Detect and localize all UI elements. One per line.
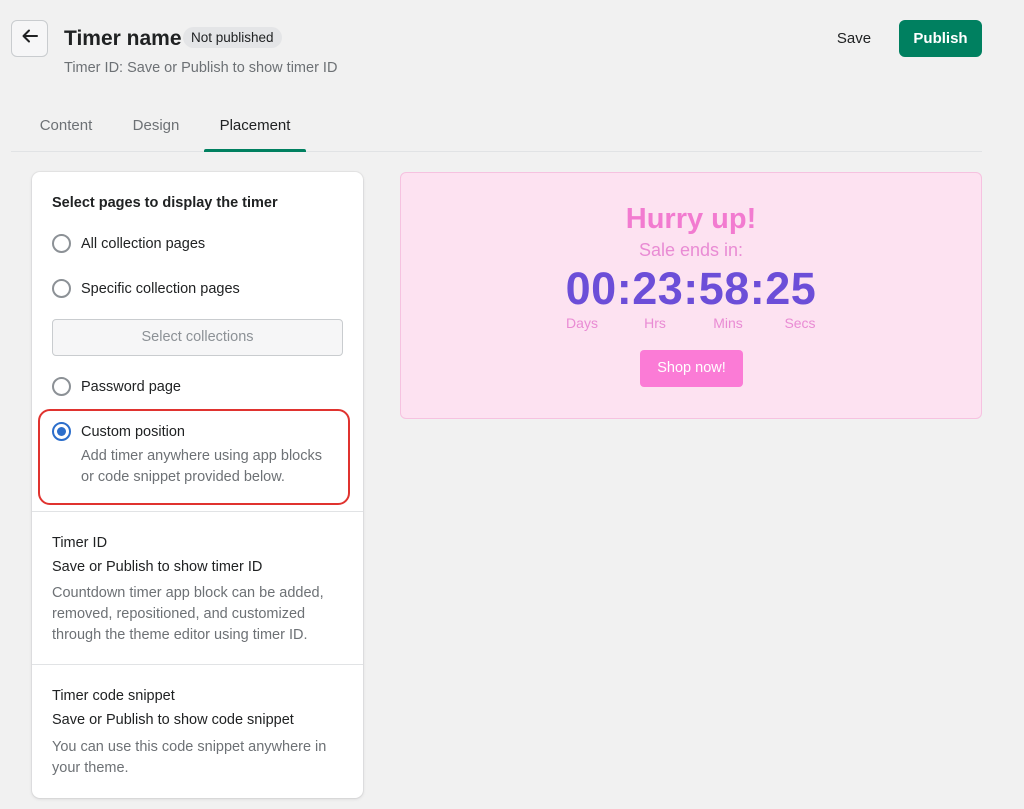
select-collections-button[interactable]: Select collections (52, 319, 343, 356)
back-button[interactable] (11, 20, 48, 57)
countdown-digits: 00:23:58:25 (565, 263, 817, 314)
radio-label: Password page (81, 378, 181, 395)
divider (32, 664, 363, 665)
preview-heading: Hurry up! (625, 203, 757, 235)
placement-card: Select pages to display the timer All co… (32, 172, 363, 798)
publish-button[interactable]: Publish (899, 20, 982, 57)
timer-id-help-3: through the theme editor using timer ID. (52, 627, 308, 643)
radio-label: Specific collection pages (81, 280, 240, 297)
tab-placement[interactable]: Placement (204, 104, 306, 152)
radio-button[interactable] (52, 279, 71, 298)
custom-position-help-1: Add timer anywhere using app blocks (81, 448, 322, 464)
page-title: Timer name (64, 27, 182, 50)
timer-id-value: Save or Publish to show timer ID (52, 559, 263, 575)
timer-preview: Hurry up! Sale ends in: 00:23:58:25 Days… (400, 172, 982, 419)
radio-specific-collection-pages[interactable]: Specific collection pages (52, 279, 240, 298)
timer-id-title: Timer ID (52, 535, 108, 551)
radio-button[interactable] (52, 377, 71, 396)
timer-id-help-1: Countdown timer app block can be added, (52, 585, 324, 601)
code-snippet-help-1: You can use this code snippet anywhere i… (52, 739, 327, 755)
radio-label: Custom position (81, 423, 185, 440)
unit-hours: Hrs (644, 315, 666, 331)
unit-minutes: Mins (713, 315, 743, 331)
radio-button-selected[interactable] (52, 422, 71, 441)
unit-seconds: Secs (784, 315, 816, 331)
shop-now-button[interactable]: Shop now! (640, 350, 743, 387)
radio-all-collection-pages[interactable]: All collection pages (52, 234, 205, 253)
arrow-left-icon (21, 27, 39, 50)
section-title: Select pages to display the timer (52, 195, 278, 211)
active-tab-indicator (204, 149, 306, 152)
tab-design[interactable]: Design (129, 104, 183, 152)
code-snippet-title: Timer code snippet (52, 688, 175, 704)
code-snippet-value: Save or Publish to show code snippet (52, 712, 294, 728)
radio-button[interactable] (52, 234, 71, 253)
unit-days: Days (566, 315, 598, 331)
radio-password-page[interactable]: Password page (52, 377, 181, 396)
save-button[interactable]: Save (826, 22, 882, 56)
preview-subheading: Sale ends in: (638, 240, 744, 260)
custom-position-help-2: or code snippet provided below. (81, 469, 285, 485)
status-badge: Not published (183, 27, 282, 48)
tab-bar: Content Design Placement (11, 104, 982, 152)
code-snippet-help-2: your theme. (52, 760, 129, 776)
divider (32, 511, 363, 512)
timer-id-help-2: removed, repositioned, and customized (52, 606, 306, 622)
page-subtitle: Timer ID: Save or Publish to show timer … (64, 60, 338, 76)
radio-label: All collection pages (81, 235, 206, 252)
tab-content[interactable]: Content (31, 104, 101, 152)
radio-custom-position[interactable]: Custom position (52, 422, 185, 441)
